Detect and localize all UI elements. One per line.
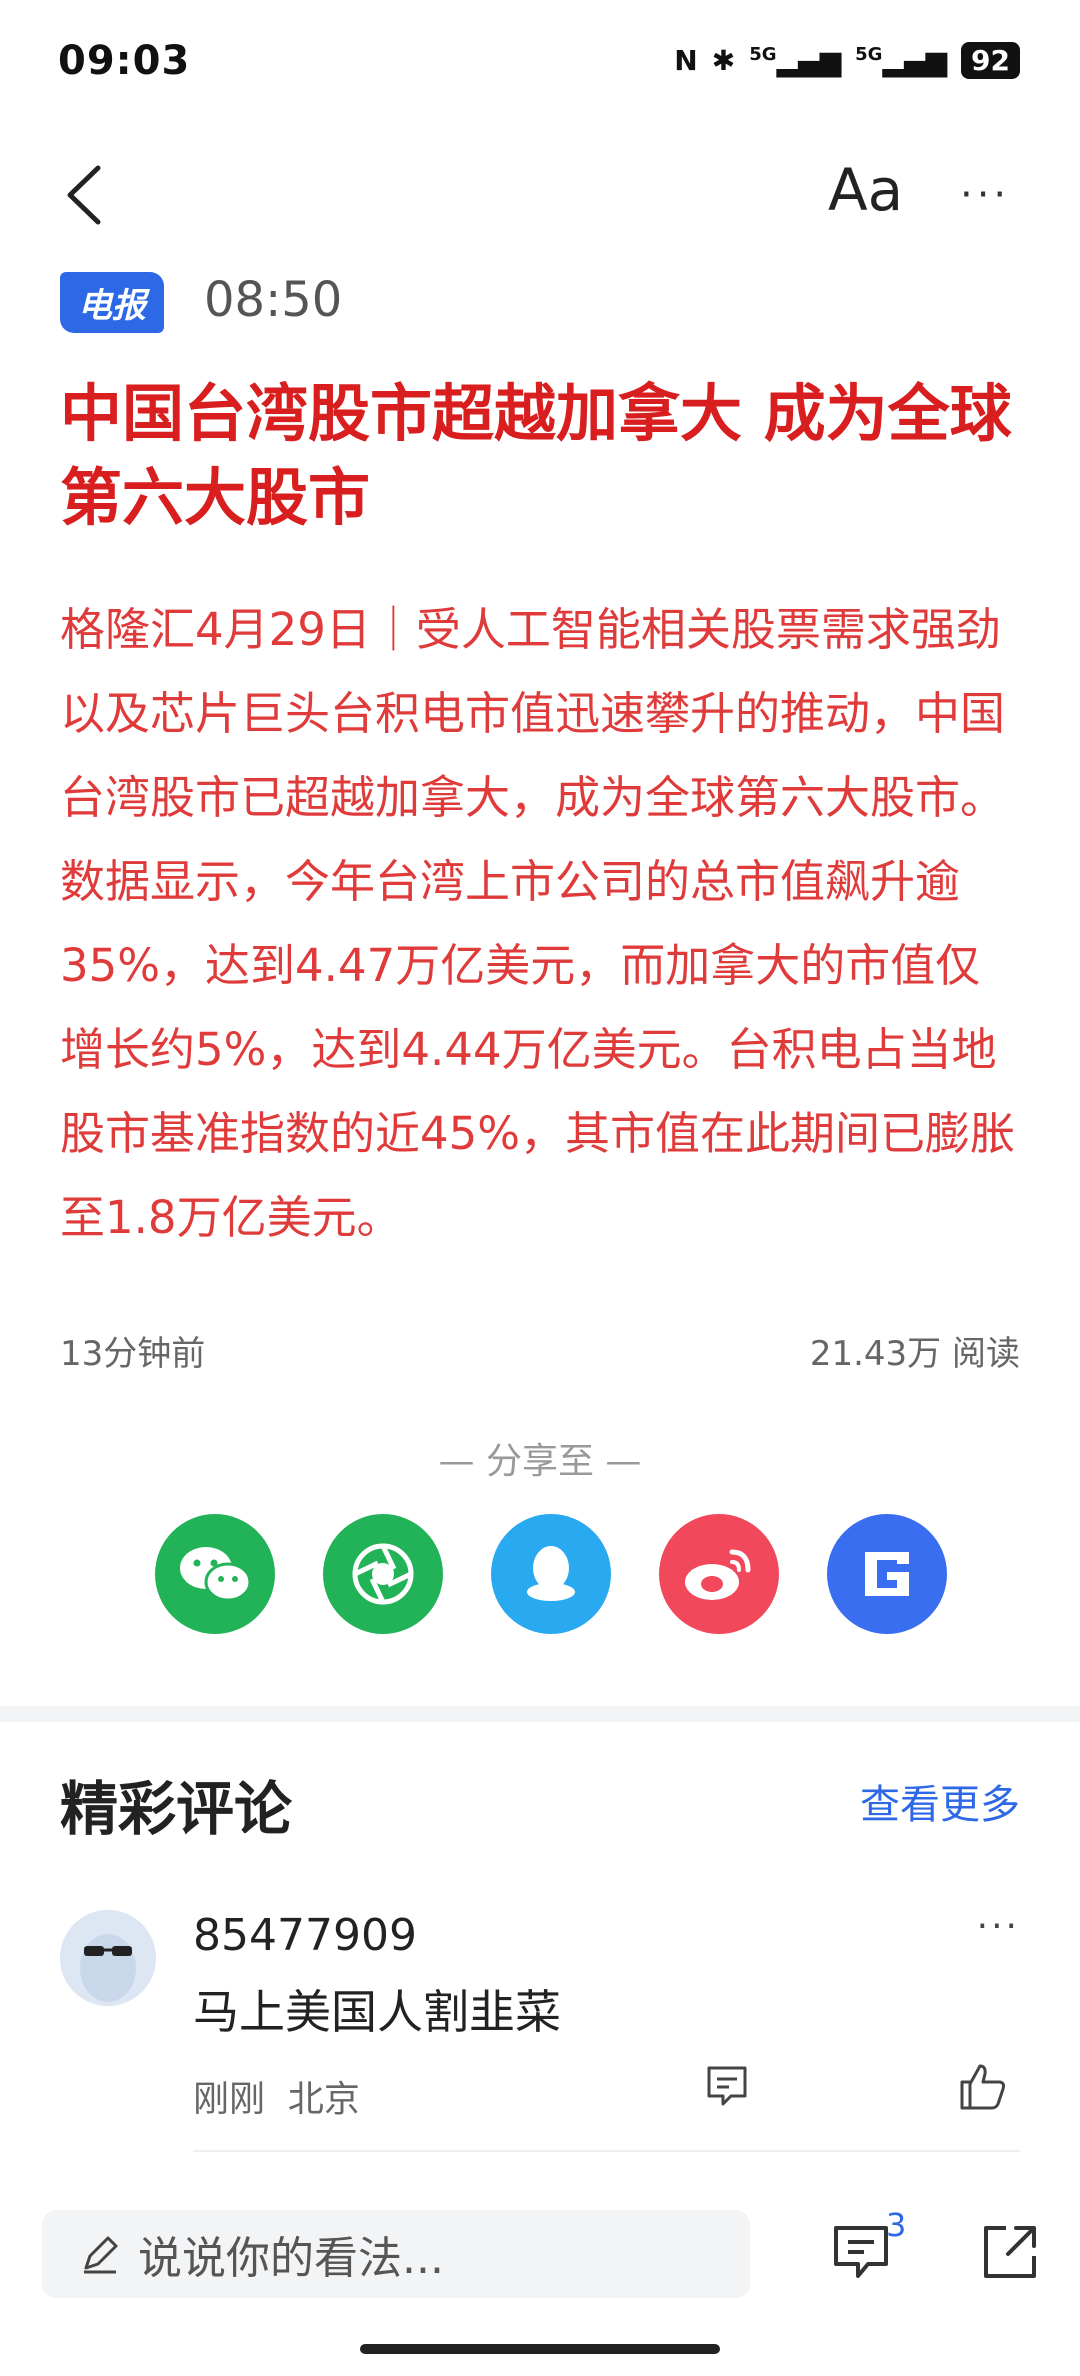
signal-icon-1: 5G▂▄▆ [749,43,842,78]
section-divider [0,1706,1080,1722]
reply-button[interactable] [705,2064,749,2108]
comment-count-badge: 3 [886,2206,907,2244]
comments-title: 精彩评论 [60,1775,293,1843]
share-qq-button[interactable] [491,1514,611,1634]
share-weibo-button[interactable] [659,1514,779,1634]
share-row [155,1514,947,1634]
avatar[interactable] [60,1910,156,2006]
comment-username[interactable]: 85477909 [193,1910,417,1961]
moments-icon [352,1543,414,1605]
comment-text: 马上美国人割韭菜 [193,1985,561,2039]
comment-input-placeholder: 说说你的看法... [138,2233,444,2284]
posted-ago: 13分钟前 [60,1334,206,1374]
view-more-link[interactable]: 查看更多 [860,1772,1020,1830]
comment-location: 北京 [287,2079,360,2120]
telegraph-tag: 电报 [60,272,164,333]
comment-meta: 刚刚 北京 [193,2070,360,2122]
status-time: 09:03 [58,38,191,84]
comment-divider [193,2150,1020,2152]
share-moments-button[interactable] [323,1514,443,1634]
article-body: 格隆汇4月29日｜受人工智能相关股票需求强劲以及芯片巨头台积电市值迅速攀升的推动… [60,603,1016,1244]
chevron-left-icon [67,165,101,225]
avatar-image [60,1910,156,2006]
nfc-icon: N [674,44,698,77]
network-label-1: 5G [749,43,777,65]
reply-icon [707,2066,747,2106]
share-label: — 分享至 — [438,1441,642,1482]
font-size-button[interactable]: Aa [828,156,903,224]
g-logo-icon [865,1552,909,1596]
comment-icon [834,2226,888,2278]
share-out-icon [984,2226,1036,2278]
comment-more-button[interactable]: ··· [977,1906,1020,1947]
qq-icon [527,1546,575,1601]
status-icons: N ✱ 5G▂▄▆ 5G▂▄▆ 92 [674,42,1020,79]
bluetooth-icon: ✱ [711,44,736,77]
back-button[interactable] [60,160,110,230]
share-g-button[interactable] [827,1514,947,1634]
home-indicator[interactable] [360,2344,720,2354]
article-title: 中国台湾股市超越加拿大 成为全球第六大股市 [60,377,1012,534]
share-button[interactable] [980,2222,1040,2282]
weibo-icon [685,1549,751,1600]
wechat-icon [180,1547,252,1602]
share-wechat-button[interactable] [155,1514,275,1634]
thumbs-up-icon [960,2064,1006,2110]
like-button[interactable] [958,2062,1008,2112]
more-options-button[interactable]: ··· [960,172,1010,218]
comment-input[interactable]: 说说你的看法... [42,2210,750,2298]
pen-icon [84,2236,118,2274]
battery-icon: 92 [961,42,1020,79]
publish-time: 08:50 [204,272,343,328]
comments-button[interactable] [832,2222,894,2282]
signal-icon-2: 5G▂▄▆ [855,43,948,78]
read-count: 21.43万 阅读 [809,1334,1020,1374]
comment-time: 刚刚 [193,2079,266,2120]
network-label-2: 5G [855,43,883,65]
